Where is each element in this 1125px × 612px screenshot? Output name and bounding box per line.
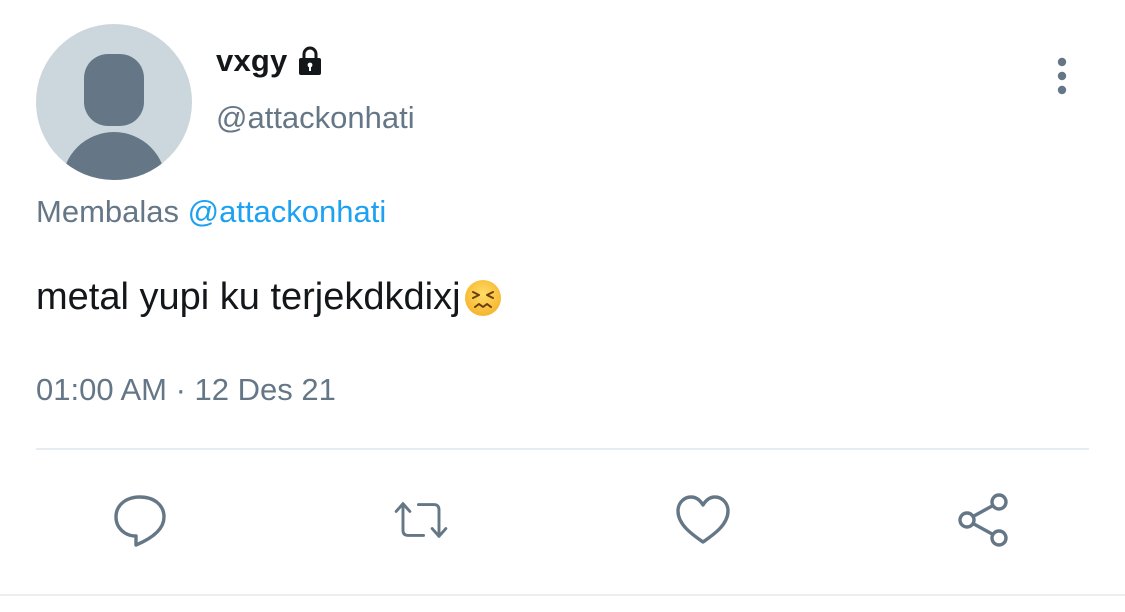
reply-mention-link[interactable]: @attackonhati <box>188 194 387 229</box>
more-vertical-icon[interactable] <box>1045 54 1079 98</box>
heart-icon <box>676 495 730 544</box>
reply-icon <box>114 495 166 547</box>
display-name[interactable]: vxgy <box>216 43 287 79</box>
default-avatar-icon <box>62 54 166 180</box>
tweet-text: metal yupi ku terjekdkdixj <box>36 276 503 319</box>
divider <box>36 448 1089 450</box>
retweet-icon <box>394 502 448 538</box>
share-icon <box>958 493 1008 547</box>
reply-button[interactable] <box>110 490 170 550</box>
share-button[interactable] <box>955 490 1015 550</box>
like-button[interactable] <box>673 490 733 550</box>
reply-context: Membalas @attackonhati <box>36 194 386 230</box>
retweet-button[interactable] <box>391 490 451 550</box>
lock-icon <box>293 44 327 78</box>
bottom-divider <box>0 594 1125 596</box>
persevering-face-emoji-icon <box>463 278 503 318</box>
user-handle[interactable]: @attackonhati <box>216 100 415 136</box>
tweet-timestamp[interactable]: 01:00 AM · 12 Des 21 <box>36 372 336 408</box>
avatar[interactable] <box>36 24 192 180</box>
tweet-body: metal yupi ku terjekdkdixj <box>36 276 461 318</box>
reply-prefix: Membalas <box>36 194 179 229</box>
author-name-row: vxgy <box>216 38 327 84</box>
